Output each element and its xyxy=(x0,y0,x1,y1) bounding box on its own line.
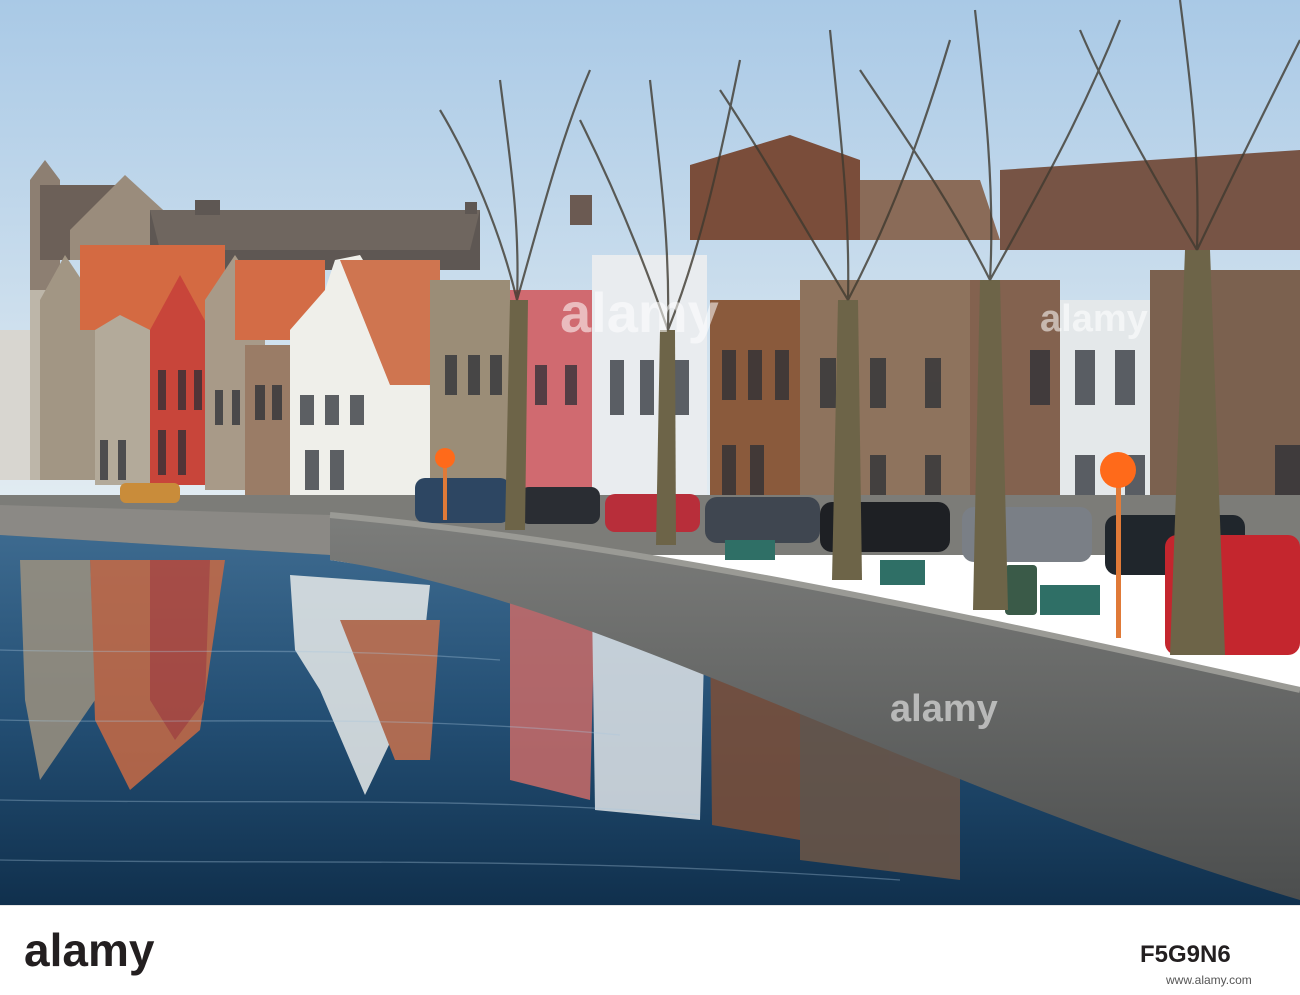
canal-photo: alamy alamy alamy xyxy=(0,0,1300,905)
svg-text:F5G9N6: F5G9N6 xyxy=(1140,941,1231,968)
stock-footer: alamy F5G9N6 www.alamy.com xyxy=(0,905,1300,995)
stock-url: www.alamy.com xyxy=(1165,972,1276,991)
image-id-badge: F5G9N6 xyxy=(1140,936,1280,970)
alamy-logo: alamy xyxy=(24,920,164,980)
svg-text:alamy: alamy xyxy=(24,924,155,976)
svg-text:www.alamy.com: www.alamy.com xyxy=(1166,973,1252,987)
